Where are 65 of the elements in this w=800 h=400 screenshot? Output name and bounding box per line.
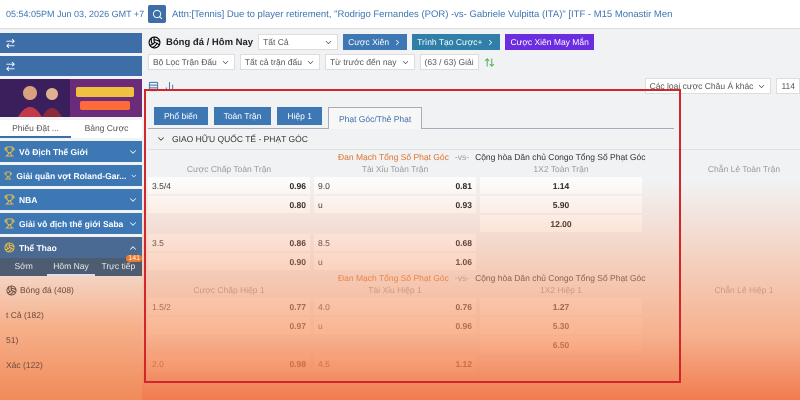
list-view-icon[interactable] [148,80,159,92]
search-icon [152,8,162,20]
sport-item[interactable]: 51) [6,335,18,345]
league-title: GIAO HỮU QUỐC TẾ - PHẠT GÓC [172,134,308,144]
odds-cell[interactable]: 0.90 [148,253,310,270]
odds-cell[interactable]: 12.00 [480,215,642,232]
odds-cell[interactable]: 3.5 0.86 [148,234,310,251]
chart-view-icon[interactable] [164,80,175,92]
filter-select[interactable]: Tất cả trận đấu [240,54,320,70]
trophy-icon [4,146,15,157]
sport-tab[interactable]: Sớm [0,258,48,276]
team-name: Cộng hòa Dân chủ Congo Tổng Số Phạt Góc [475,152,646,162]
odds-cell[interactable]: 4.0 0.76 [314,298,476,315]
sport-tab[interactable]: Hôm Nay [47,258,95,276]
clock-time: 05:54:05PM Jun 03, 2026 GMT +7 [6,9,142,19]
sport-item[interactable]: t Cả (182) [6,310,44,320]
odds-cell[interactable]: 1.14 [480,177,642,194]
odds-cell[interactable]: u 1.06 [314,253,476,270]
ball-icon [148,36,161,48]
odds-cell[interactable]: 0.80 [148,196,310,213]
swap-icon [5,60,16,72]
market-tab[interactable]: Toàn Trận [214,107,272,125]
filter-select[interactable]: Bộ Lọc Trận Đấu [148,54,235,70]
odds-count[interactable]: 114 [776,78,800,94]
ball-icon [4,242,15,253]
odds-cell[interactable]: u 0.93 [314,196,476,213]
ball-icon [6,284,17,296]
odds-cell[interactable]: 9.0 0.81 [314,177,476,194]
column-heading: Cược Chấp Toàn Trận [186,164,272,176]
trophy-icon [4,218,15,229]
breadcrumb: Bóng đá / Hôm Nay [166,36,254,48]
league-item[interactable]: NBA [0,189,142,210]
sport-item[interactable]: Xác (122) [6,360,43,370]
swap-icon [5,38,16,48]
odds-cell[interactable]: 5.90 [480,196,642,213]
league-count[interactable]: (63 / 63) Giải [420,54,479,70]
bet-button[interactable]: Cược Xiên [343,34,408,50]
market-tab[interactable]: Phạt Góc/Thẻ Phạt [328,107,422,129]
announcement-text: Attn:[Tennis] Due to player retirement, "Rodrigo Fernandes (POR) -vs- Gabriele Vulpitta (ITA)" [ITF - M15 Monastir Men [172,8,672,20]
market-tab[interactable]: Hiệp 1 [277,107,322,125]
sort-icon[interactable] [484,56,495,68]
trophy-icon [4,170,12,181]
versus-label: -vs- [454,152,470,162]
column-heading: 1X2 Toàn Trận [532,164,590,176]
sport-select[interactable]: Tất Cả [258,34,338,50]
team-name: Cộng hòa Dân chủ Congo Tổng Số Phạt Góc [475,273,646,283]
odds-cell[interactable]: 1.27 [480,298,642,315]
bet-button[interactable]: Cược Xiên May Mắn [505,34,594,50]
search-button[interactable] [148,5,166,23]
odds-cell[interactable]: 3.5/4 0.96 [148,177,310,194]
team-name: Đan Mạch Tổng Số Phạt Góc [338,152,449,162]
filter-select[interactable]: Từ trước đến nay [324,54,415,70]
market-select[interactable]: Các loại cược Châu Á khác [644,78,772,94]
odds-cell[interactable]: 1.5/2 0.77 [148,298,310,315]
league-item[interactable]: Vô Địch Thế Giới [0,141,142,162]
odds-cell[interactable]: 8.5 0.68 [314,234,476,251]
column-heading: Chẵn Lẻ Toàn Trận [706,164,782,176]
trophy-icon [4,194,15,205]
bet-button[interactable]: Trình Tạo Cược+ [412,34,500,50]
team-name: Đan Mạch Tổng Số Phạt Góc [338,273,449,283]
league-item[interactable]: Giải vô địch thế giới Saba [0,213,142,234]
sport-item[interactable]: Bóng đá (408) [20,285,74,295]
column-heading: Tài Xỉu Toàn Trận [360,164,430,176]
league-item[interactable]: Giải quần vợt Roland-Gar... [0,165,142,186]
market-tab[interactable]: Phổ biến [154,107,208,125]
